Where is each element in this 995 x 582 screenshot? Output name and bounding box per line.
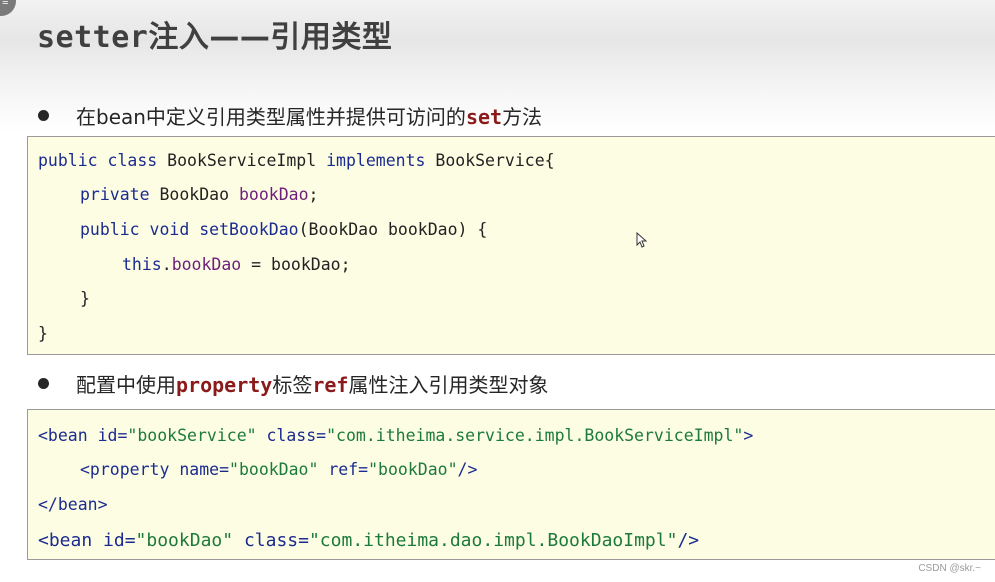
xml-code-block: <bean id="bookService" class="com.itheim… bbox=[27, 409, 995, 560]
code-token: </bean> bbox=[38, 495, 108, 514]
title-code-part: setter bbox=[37, 20, 149, 55]
java-line-4: this.bookDao = bookDao; bbox=[122, 254, 351, 276]
code-token: "com.itheima.service.impl.BookServiceImp… bbox=[326, 426, 744, 445]
bullet-2-mid: 标签 bbox=[272, 372, 313, 397]
code-token: > bbox=[743, 426, 754, 445]
code-token: class= bbox=[243, 530, 309, 551]
code-token: void bbox=[149, 220, 190, 239]
slide-title: setter注入——引用类型 bbox=[37, 12, 392, 56]
xml-line-1: <bean id="bookService" class="com.itheim… bbox=[38, 425, 753, 447]
code-token: bookDao bbox=[171, 255, 242, 274]
code-token: implements bbox=[326, 151, 426, 170]
code-token: <bean bbox=[38, 426, 88, 445]
bullet-2: 配置中使用property标签ref属性注入引用类型对象 bbox=[38, 369, 548, 398]
code-token: /> bbox=[457, 460, 478, 479]
bullet-2-keyword: property bbox=[176, 372, 273, 397]
code-token: BookServiceImpl bbox=[167, 151, 317, 170]
java-line-6: } bbox=[38, 323, 48, 345]
code-token: class bbox=[107, 151, 158, 170]
java-line-2: private BookDao bookDao; bbox=[80, 184, 318, 206]
code-token: this bbox=[122, 255, 162, 274]
code-token: id= bbox=[97, 426, 128, 445]
code-token: BookService{ bbox=[435, 151, 555, 170]
bullet-2-post: 属性注入引用类型对象 bbox=[348, 372, 549, 397]
bullet-2-pre: 配置中使用 bbox=[76, 372, 176, 397]
mouse-pointer-icon bbox=[636, 232, 648, 248]
code-token: name= bbox=[179, 460, 230, 479]
java-line-5: } bbox=[80, 288, 90, 310]
title-cn-part: 注入——引用类型 bbox=[148, 20, 393, 55]
bullet-1-post: 方法 bbox=[502, 104, 543, 129]
bullet-1: 在bean中定义引用类型属性并提供可访问的set方法 bbox=[38, 101, 542, 130]
code-token: public bbox=[80, 220, 140, 239]
xml-line-2: <property name="bookDao" ref="bookDao"/> bbox=[80, 459, 477, 481]
bullet-2-text: 配置中使用property标签ref属性注入引用类型对象 bbox=[76, 369, 548, 398]
code-token: "bookDao" bbox=[368, 460, 458, 479]
code-token: /> bbox=[677, 530, 700, 551]
code-token: ; bbox=[308, 185, 319, 204]
bullet-1-pre: 在bean中定义引用类型属性并提供可访问的 bbox=[76, 104, 466, 129]
xml-line-4: <bean id="bookDao" class="com.itheima.da… bbox=[38, 530, 699, 552]
code-token: "bookDao" bbox=[229, 460, 319, 479]
code-token: bookDao bbox=[238, 185, 309, 204]
bullet-dot-icon bbox=[38, 109, 49, 121]
code-token: BookDao bbox=[159, 185, 230, 204]
code-token: . bbox=[161, 255, 172, 274]
bullet-2-keyword2: ref bbox=[312, 372, 349, 397]
code-token: "bookService" bbox=[127, 426, 257, 445]
code-token: public bbox=[38, 151, 98, 170]
code-token: = bookDao; bbox=[241, 255, 351, 274]
code-token: class= bbox=[266, 426, 327, 445]
code-token: id= bbox=[103, 530, 136, 551]
java-code-block: public class BookServiceImpl implements … bbox=[27, 136, 995, 355]
xml-line-3: </bean> bbox=[38, 494, 108, 516]
code-token: ref= bbox=[328, 460, 369, 479]
bullet-dot-icon bbox=[38, 377, 49, 389]
code-token: } bbox=[80, 289, 90, 308]
watermark: CSDN @skr.~ bbox=[918, 563, 981, 574]
code-token: (BookDao bookDao) { bbox=[298, 220, 488, 239]
code-token: <bean bbox=[38, 530, 93, 551]
code-token: } bbox=[38, 324, 48, 343]
code-token: setBookDao bbox=[199, 220, 299, 239]
code-token: "com.itheima.dao.impl.BookDaoImpl" bbox=[308, 530, 678, 551]
bullet-1-text: 在bean中定义引用类型属性并提供可访问的set方法 bbox=[76, 101, 542, 130]
java-line-3: public void setBookDao(BookDao bookDao) … bbox=[80, 219, 487, 241]
menu-glyph: ≡ bbox=[2, 0, 9, 8]
code-token: "bookDao" bbox=[135, 530, 234, 551]
java-line-1: public class BookServiceImpl implements … bbox=[38, 150, 555, 172]
code-token: <property bbox=[80, 460, 170, 479]
code-token: private bbox=[80, 185, 150, 204]
bullet-1-keyword: set bbox=[465, 104, 503, 129]
